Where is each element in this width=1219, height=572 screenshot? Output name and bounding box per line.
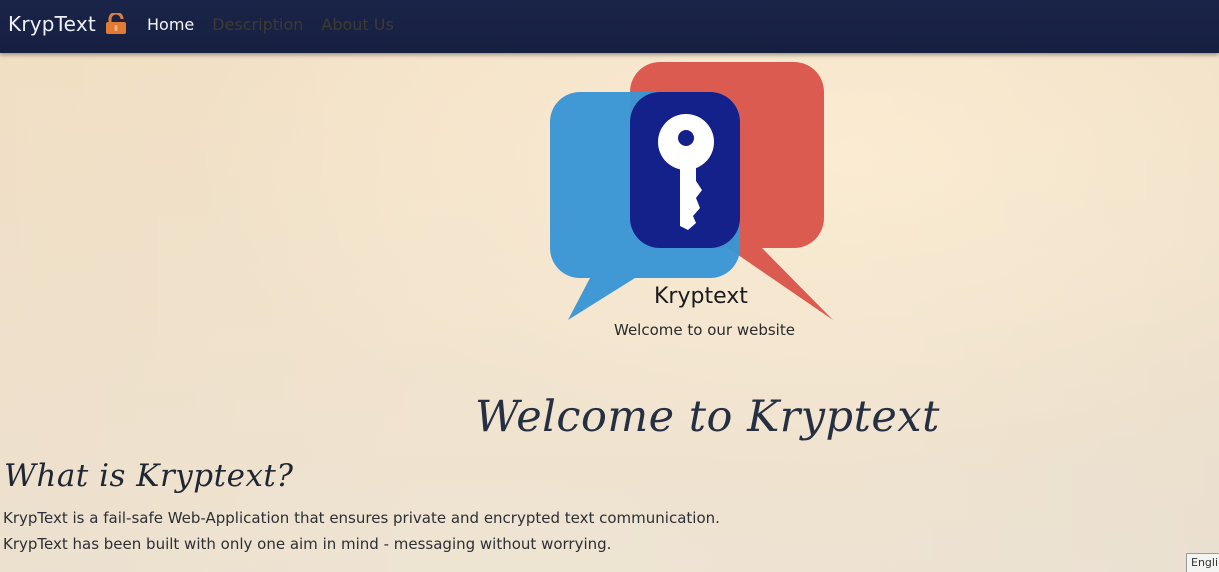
lock-icon xyxy=(105,13,126,34)
about-paragraph-1: KrypText is a fail-safe Web-Application … xyxy=(3,509,720,527)
welcome-heading: Welcome to Kryptext xyxy=(475,392,940,442)
nav-links: Home Description About Us xyxy=(147,15,394,34)
language-selector[interactable]: Engli xyxy=(1186,553,1219,572)
about-heading: What is Kryptext? xyxy=(4,458,294,494)
brand-name[interactable]: KrypText xyxy=(8,12,96,36)
logo-subtitle: Welcome to our website xyxy=(614,321,795,339)
brand[interactable]: KrypText xyxy=(8,12,128,36)
nav-description-link[interactable]: Description xyxy=(212,15,303,34)
nav-about-us-link[interactable]: About Us xyxy=(321,15,393,34)
logo-title: Kryptext xyxy=(654,284,748,309)
about-paragraph-2: KrypText has been built with only one ai… xyxy=(3,535,612,553)
nav-home-link[interactable]: Home xyxy=(147,15,194,34)
top-navbar: KrypText Home Description About Us xyxy=(0,0,1219,53)
